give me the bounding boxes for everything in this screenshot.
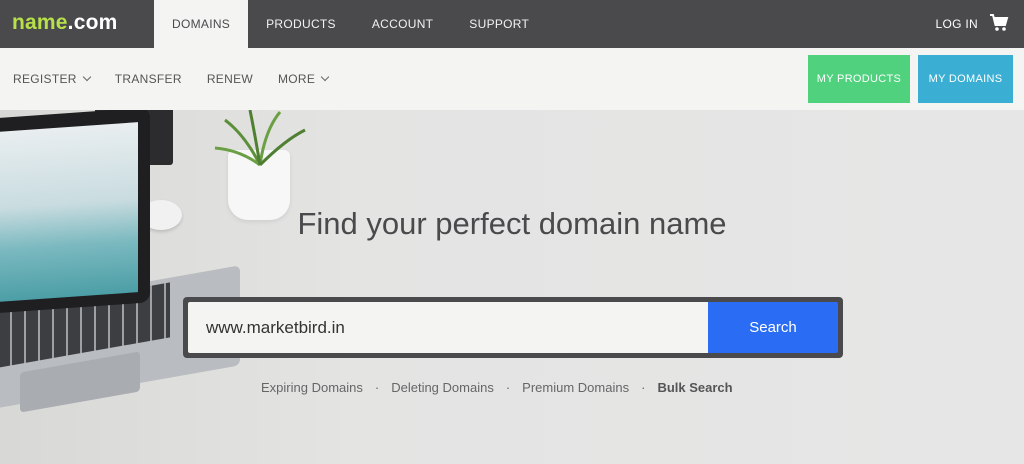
- subnav-more[interactable]: MORE: [278, 72, 330, 86]
- separator-dot: ·: [374, 380, 380, 395]
- plant-leaves-icon: [214, 110, 306, 167]
- link-premium-domains[interactable]: Premium Domains: [522, 380, 629, 395]
- link-expiring-domains[interactable]: Expiring Domains: [261, 380, 363, 395]
- hero-section: Find your perfect domain name Search Exp…: [0, 110, 1024, 464]
- logo[interactable]: name.com: [12, 11, 118, 35]
- logo-com: .com: [67, 11, 118, 34]
- link-deleting-domains[interactable]: Deleting Domains: [391, 380, 494, 395]
- quick-links: Expiring Domains · Deleting Domains · Pr…: [261, 380, 733, 395]
- subnav-renew[interactable]: RENEW: [207, 72, 253, 86]
- cart-icon[interactable]: [989, 13, 1009, 33]
- subnav-register-label: REGISTER: [13, 72, 77, 86]
- headline-text: Find your perfect domain name: [297, 206, 727, 241]
- domain-search-input[interactable]: [188, 302, 708, 353]
- search-button[interactable]: Search: [708, 302, 838, 353]
- subnav-renew-label: RENEW: [206, 72, 253, 86]
- hero-headline: Find your perfect domain name: [0, 206, 1024, 242]
- my-domains-button[interactable]: MY DOMAINS: [918, 55, 1013, 103]
- primary-nav: DOMAINS PRODUCTS ACCOUNT SUPPORT: [154, 0, 547, 48]
- chevron-down-icon: [320, 72, 330, 82]
- nav-account[interactable]: ACCOUNT: [354, 0, 451, 48]
- separator-dot: ·: [641, 380, 646, 395]
- subnav-more-label: MORE: [278, 72, 316, 86]
- secondary-nav-bar: REGISTER TRANSFER RENEW MORE MY PRODUCTS…: [0, 48, 1024, 110]
- domain-subnav: REGISTER TRANSFER RENEW MORE: [13, 48, 353, 110]
- nav-domains[interactable]: DOMAINS: [154, 0, 249, 48]
- subnav-register[interactable]: REGISTER: [13, 72, 91, 86]
- nav-support[interactable]: SUPPORT: [451, 0, 547, 48]
- subnav-transfer-label: TRANSFER: [114, 72, 182, 86]
- login-link[interactable]: LOG IN: [936, 17, 978, 31]
- separator-dot: ·: [505, 380, 511, 395]
- logo-name: name: [12, 11, 68, 34]
- top-nav-bar: name.com DOMAINS PRODUCTS ACCOUNT SUPPOR…: [0, 0, 1024, 48]
- chevron-down-icon: [82, 72, 91, 82]
- my-products-button[interactable]: MY PRODUCTS: [808, 55, 910, 103]
- nav-products[interactable]: PRODUCTS: [248, 0, 354, 48]
- link-bulk-search[interactable]: Bulk Search: [657, 380, 732, 395]
- subnav-transfer[interactable]: TRANSFER: [115, 72, 182, 86]
